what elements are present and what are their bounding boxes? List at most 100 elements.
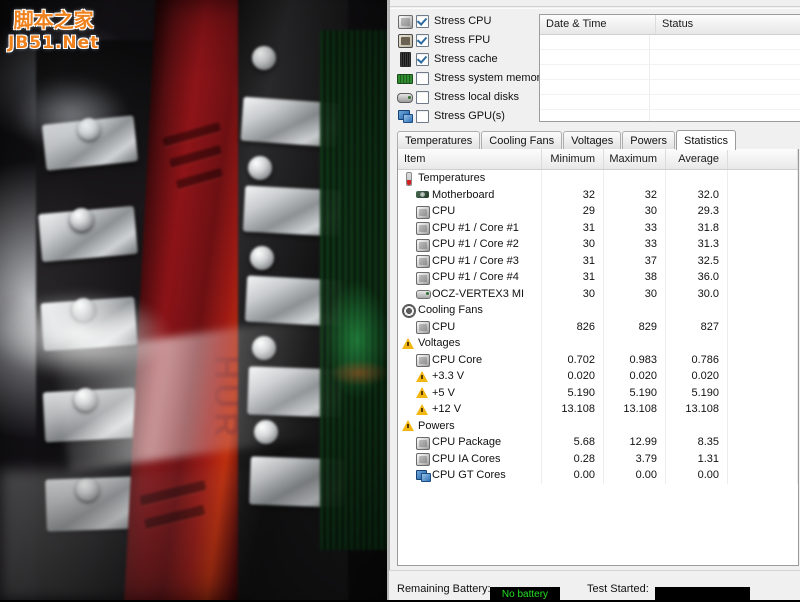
battery-label: Remaining Battery:	[397, 583, 491, 595]
statistics-row[interactable]: CPU Core 0.702 0.983 0.786	[398, 351, 798, 368]
statistics-item-cell: CPU #1 / Core #4	[398, 269, 542, 286]
statistics-average-cell: 827	[666, 318, 728, 335]
statistics-minimum-cell: 31	[542, 252, 604, 269]
statistics-average-cell: 32.5	[666, 252, 728, 269]
stress-option-gpu[interactable]: Stress GPU(s)	[397, 107, 547, 125]
watermark: 脚本之家 JB51.Net	[8, 4, 99, 53]
tab-temperatures[interactable]: Temperatures	[397, 131, 481, 149]
fpu-icon	[397, 33, 413, 48]
stress-disks-checkbox[interactable]	[416, 90, 429, 104]
statistics-row[interactable]: CPU Package 5.68 12.99 8.35	[398, 434, 798, 451]
statistics-spacer-cell	[728, 252, 798, 269]
ssd-icon	[416, 287, 431, 300]
stress-option-memory[interactable]: Stress system memory	[397, 69, 547, 87]
statistics-maximum-cell: 38	[604, 269, 666, 286]
statistics-row[interactable]: CPU IA Cores 0.28 3.79 1.31	[398, 450, 798, 467]
statistics-minimum-cell: 5.190	[542, 384, 604, 401]
stress-cache-checkbox[interactable]	[416, 52, 429, 66]
statistics-row[interactable]: +12 V 13.108 13.108 13.108	[398, 401, 798, 418]
tab-voltages[interactable]: Voltages	[563, 131, 622, 149]
statistics-minimum-cell: 29	[542, 203, 604, 220]
statistics-row[interactable]: CPU GT Cores 0.00 0.00 0.00	[398, 467, 798, 484]
statistics-minimum-cell	[542, 302, 604, 319]
stress-cpu-label: Stress CPU	[434, 15, 492, 27]
statistics-row[interactable]: CPU #1 / Core #2 30 33 31.3	[398, 236, 798, 253]
stress-option-fpu[interactable]: Stress FPU	[397, 31, 547, 49]
battery-value: No battery	[501, 589, 549, 600]
statistics-row[interactable]: Motherboard 32 32 32.0	[398, 186, 798, 203]
statistics-item-label: Powers	[418, 419, 455, 432]
stress-options-panel: Stress CPU Stress FPU Stress cache Stres…	[397, 12, 547, 126]
statistics-row[interactable]: CPU #1 / Core #4 31 38 36.0	[398, 269, 798, 286]
statistics-spacer-cell	[728, 417, 798, 434]
statistics-maximum-cell: 32	[604, 186, 666, 203]
statistics-spacer-cell	[728, 467, 798, 484]
statistics-row[interactable]: +3.3 V 0.020 0.020 0.020	[398, 368, 798, 385]
statistics-item-cell: CPU IA Cores	[398, 450, 542, 467]
statistics-group-row[interactable]: Cooling Fans	[398, 302, 798, 319]
tab-powers[interactable]: Powers	[622, 131, 675, 149]
statistics-group-row[interactable]: Temperatures	[398, 170, 798, 187]
statistics-row[interactable]: CPU #1 / Core #1 31 33 31.8	[398, 219, 798, 236]
statistics-minimum-cell	[542, 417, 604, 434]
log-column-status[interactable]: Status	[656, 15, 800, 34]
statistics-minimum-cell: 5.68	[542, 434, 604, 451]
tab-statistics[interactable]: Statistics	[675, 130, 736, 150]
statistics-row[interactable]: OCZ-VERTEX3 MI 30 30 30.0	[398, 285, 798, 302]
statistics-row[interactable]: CPU 29 30 29.3	[398, 203, 798, 220]
column-average[interactable]: Average	[666, 149, 728, 169]
statistics-item-cell: CPU #1 / Core #3	[398, 252, 542, 269]
statistics-body: Temperatures Motherboard 32 32 32.0 CPU 29 30 29…	[398, 170, 798, 484]
statistics-spacer-cell	[728, 269, 798, 286]
stress-option-disks[interactable]: Stress local disks	[397, 88, 547, 106]
log-empty-row	[540, 80, 800, 95]
statistics-item-cell: CPU #1 / Core #2	[398, 236, 542, 253]
statistics-maximum-cell: 0.983	[604, 351, 666, 368]
cache-icon	[397, 52, 412, 67]
statistics-group-row[interactable]: Powers	[398, 417, 798, 434]
stress-memory-checkbox[interactable]	[416, 71, 429, 85]
stress-option-cache[interactable]: Stress cache	[397, 50, 547, 68]
column-item[interactable]: Item	[398, 149, 542, 169]
stress-disks-label: Stress local disks	[434, 91, 519, 103]
stress-fpu-checkbox[interactable]	[416, 33, 429, 47]
statistics-average-cell: 36.0	[666, 269, 728, 286]
statistics-spacer-cell	[728, 285, 798, 302]
statistics-item-cell: +3.3 V	[398, 368, 542, 385]
photo-blur	[0, 0, 389, 600]
statistics-row[interactable]: CPU 826 829 827	[398, 318, 798, 335]
event-log-list[interactable]: Date & Time Status	[539, 14, 800, 122]
statistics-spacer-cell	[728, 236, 798, 253]
statistics-grid[interactable]: Item Minimum Maximum Average Temperature…	[397, 149, 799, 566]
statistics-maximum-cell: 5.190	[604, 384, 666, 401]
stress-cpu-checkbox[interactable]	[416, 14, 429, 28]
statistics-item-label: CPU #1 / Core #1	[432, 221, 519, 234]
stability-test-window: Stress CPU Stress FPU Stress cache Stres…	[389, 0, 800, 602]
statistics-row[interactable]: CPU #1 / Core #3 31 37 32.5	[398, 252, 798, 269]
window-inner-border	[389, 8, 800, 9]
tab-bar: Temperatures Cooling Fans Voltages Power…	[397, 130, 797, 150]
tab-cooling-fans[interactable]: Cooling Fans	[481, 131, 563, 149]
log-empty-row	[540, 50, 800, 65]
statistics-item-cell: CPU #1 / Core #1	[398, 219, 542, 236]
column-minimum[interactable]: Minimum	[542, 149, 604, 169]
column-maximum[interactable]: Maximum	[604, 149, 666, 169]
statistics-average-cell: 13.108	[666, 401, 728, 418]
log-column-date[interactable]: Date & Time	[540, 15, 656, 34]
statistics-spacer-cell	[728, 434, 798, 451]
statistics-maximum-cell: 0.00	[604, 467, 666, 484]
stress-gpu-checkbox[interactable]	[416, 109, 429, 123]
statistics-maximum-cell	[604, 170, 666, 187]
statistics-row[interactable]: +5 V 5.190 5.190 5.190	[398, 384, 798, 401]
statistics-average-cell: 31.8	[666, 219, 728, 236]
chip-icon	[416, 205, 430, 219]
statistics-group-row[interactable]: Voltages	[398, 335, 798, 352]
memory-icon	[397, 71, 413, 85]
statistics-maximum-cell: 13.108	[604, 401, 666, 418]
stress-option-cpu[interactable]: Stress CPU	[397, 12, 547, 30]
statistics-minimum-cell: 13.108	[542, 401, 604, 418]
statistics-spacer-cell	[728, 335, 798, 352]
statistics-average-cell: 32.0	[666, 186, 728, 203]
statistics-spacer-cell	[728, 351, 798, 368]
statistics-item-cell: Voltages	[398, 335, 542, 352]
